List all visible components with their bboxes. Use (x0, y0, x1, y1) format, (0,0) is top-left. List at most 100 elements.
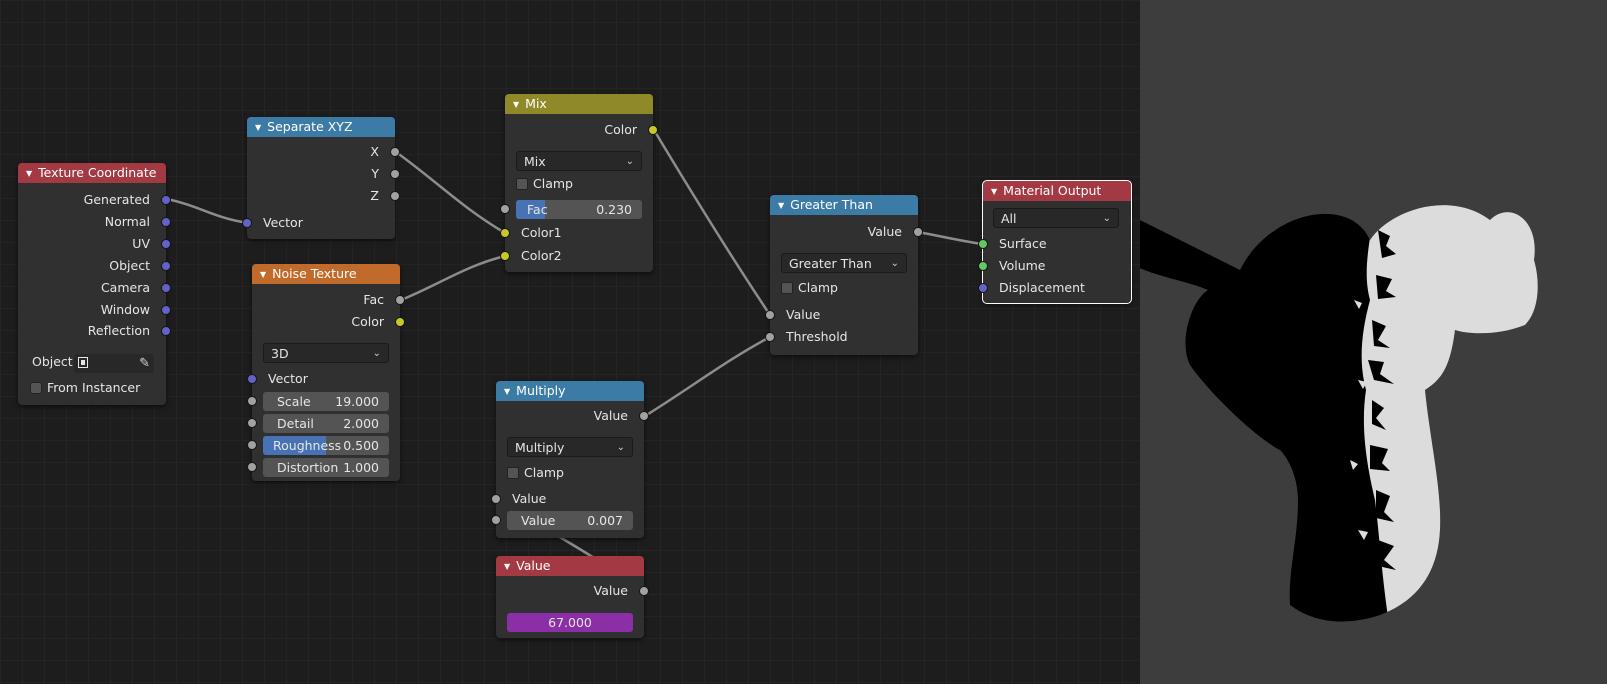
clamp-checkbox[interactable] (781, 282, 793, 294)
socket-fac[interactable] (395, 295, 405, 305)
render-preview (1140, 0, 1607, 684)
node-material-output[interactable]: ▼ Material Output All ⌄ Surface Volume Di… (978, 180, 1132, 304)
target-dropdown[interactable]: All ⌄ (993, 208, 1119, 228)
socket-value-in[interactable] (491, 494, 501, 504)
clamp-row[interactable]: Clamp (516, 175, 573, 193)
value-field[interactable]: Value 0.007 (507, 511, 633, 530)
checkbox-label: Clamp (524, 465, 564, 480)
socket-y[interactable] (390, 169, 400, 179)
from-instancer-checkbox[interactable] (30, 382, 42, 394)
link-greater-to-surface (916, 230, 984, 246)
input-value: Value (765, 306, 918, 324)
from-instancer-row[interactable]: From Instancer (30, 379, 140, 397)
socket-value[interactable] (639, 411, 649, 421)
socket-fac[interactable] (500, 204, 510, 214)
clamp-row[interactable]: Clamp (507, 464, 564, 482)
socket-value-in[interactable] (765, 310, 775, 320)
socket-roughness[interactable] (247, 440, 257, 450)
socket-generated[interactable] (161, 195, 171, 205)
output-object: Object (18, 257, 171, 275)
socket-x[interactable] (390, 147, 400, 157)
triangle-down-icon[interactable]: ▼ (991, 187, 997, 196)
triangle-down-icon[interactable]: ▼ (26, 169, 32, 178)
value-number-field[interactable]: 67.000 (507, 613, 633, 632)
socket-label: Vector (263, 215, 303, 230)
fac-field[interactable]: Fac 0.230 (516, 200, 642, 219)
socket-uv[interactable] (161, 239, 171, 249)
triangle-down-icon[interactable]: ▼ (255, 123, 261, 132)
node-header[interactable]: ▼ Mix (505, 94, 653, 114)
input-threshold: Threshold (765, 328, 918, 346)
node-noise-texture[interactable]: ▼ Noise Texture Fac Color 3D ⌄ Vector Sca… (247, 264, 405, 481)
socket-threshold[interactable] (765, 332, 775, 342)
dimension-dropdown[interactable]: 3D ⌄ (263, 343, 389, 363)
socket-object[interactable] (161, 261, 171, 271)
socket-surface[interactable] (978, 239, 988, 249)
object-field[interactable]: ✎ (74, 354, 154, 373)
triangle-down-icon[interactable]: ▼ (513, 100, 519, 109)
socket-displacement[interactable] (978, 283, 988, 293)
socket-camera[interactable] (161, 283, 171, 293)
node-title: Texture Coordinate (38, 165, 157, 180)
socket-distortion[interactable] (247, 462, 257, 472)
output-reflection: Reflection (18, 322, 171, 340)
node-editor[interactable]: ▼ Texture Coordinate Generated Normal UV … (0, 0, 1140, 684)
node-title: Greater Than (790, 197, 873, 212)
triangle-down-icon[interactable]: ▼ (778, 201, 784, 210)
node-header[interactable]: ▼ Noise Texture (252, 264, 400, 284)
socket-volume[interactable] (978, 261, 988, 271)
input-vector: Vector (247, 370, 400, 388)
dropdown-value: 3D (271, 346, 289, 361)
node-header[interactable]: ▼ Material Output (983, 181, 1131, 201)
node-separate-xyz[interactable]: ▼ Separate XYZ X Y Z Vector (242, 117, 400, 239)
link-fac-to-color2 (399, 254, 507, 302)
triangle-down-icon[interactable]: ▼ (504, 387, 510, 396)
node-header[interactable]: ▼ Separate XYZ (247, 117, 395, 137)
link-mix-color-to-value (652, 128, 772, 317)
socket-label: Value (786, 307, 821, 322)
socket-label: Normal (104, 214, 150, 229)
detail-field[interactable]: Detail 2.000 (263, 414, 389, 433)
triangle-down-icon[interactable]: ▼ (504, 562, 510, 571)
socket-z[interactable] (390, 191, 400, 201)
field-value: 1.000 (343, 460, 379, 475)
socket-normal[interactable] (161, 217, 171, 227)
node-header[interactable]: ▼ Multiply (496, 381, 644, 401)
node-mix[interactable]: ▼ Mix Color Mix ⌄ Clamp Fac 0.230 Color1 … (500, 94, 658, 272)
clamp-row[interactable]: Clamp (781, 279, 838, 297)
chevron-down-icon: ⌄ (616, 442, 625, 453)
node-header[interactable]: ▼ Texture Coordinate (18, 163, 166, 183)
eyedropper-icon[interactable]: ✎ (139, 354, 150, 373)
socket-label: Window (100, 302, 150, 317)
socket-color[interactable] (395, 317, 405, 327)
socket-reflection[interactable] (161, 326, 171, 336)
node-value[interactable]: ▼ Value Value 67.000 (496, 556, 649, 638)
node-header[interactable]: ▼ Value (496, 556, 644, 576)
socket-label: Volume (999, 258, 1046, 273)
triangle-down-icon[interactable]: ▼ (260, 270, 266, 279)
socket-scale[interactable] (247, 396, 257, 406)
socket-detail[interactable] (247, 418, 257, 428)
socket-value[interactable] (913, 227, 923, 237)
clamp-checkbox[interactable] (507, 467, 519, 479)
clamp-checkbox[interactable] (516, 178, 528, 190)
operation-dropdown[interactable]: Greater Than ⌄ (781, 253, 907, 273)
node-header[interactable]: ▼ Greater Than (770, 195, 918, 215)
socket-color1[interactable] (500, 228, 510, 238)
socket-color2[interactable] (500, 251, 510, 261)
scale-field[interactable]: Scale 19.000 (263, 392, 389, 411)
socket-value2[interactable] (491, 515, 501, 525)
socket-window[interactable] (161, 305, 171, 315)
cube-icon (78, 357, 88, 368)
node-multiply[interactable]: ▼ Multiply Value Multiply ⌄ Clamp Value V… (491, 381, 649, 538)
socket-value[interactable] (639, 586, 649, 596)
operation-dropdown[interactable]: Multiply ⌄ (507, 437, 633, 457)
node-greater-than[interactable]: ▼ Greater Than Value Greater Than ⌄ Clamp… (765, 195, 923, 355)
socket-vector[interactable] (242, 218, 252, 228)
roughness-field[interactable]: Roughness 0.500 (263, 436, 389, 455)
blend-mode-dropdown[interactable]: Mix ⌄ (516, 151, 642, 171)
distortion-field[interactable]: Distortion 1.000 (263, 458, 389, 477)
node-texture-coordinate[interactable]: ▼ Texture Coordinate Generated Normal UV … (18, 163, 171, 405)
socket-vector[interactable] (247, 374, 257, 384)
socket-color[interactable] (648, 125, 658, 135)
